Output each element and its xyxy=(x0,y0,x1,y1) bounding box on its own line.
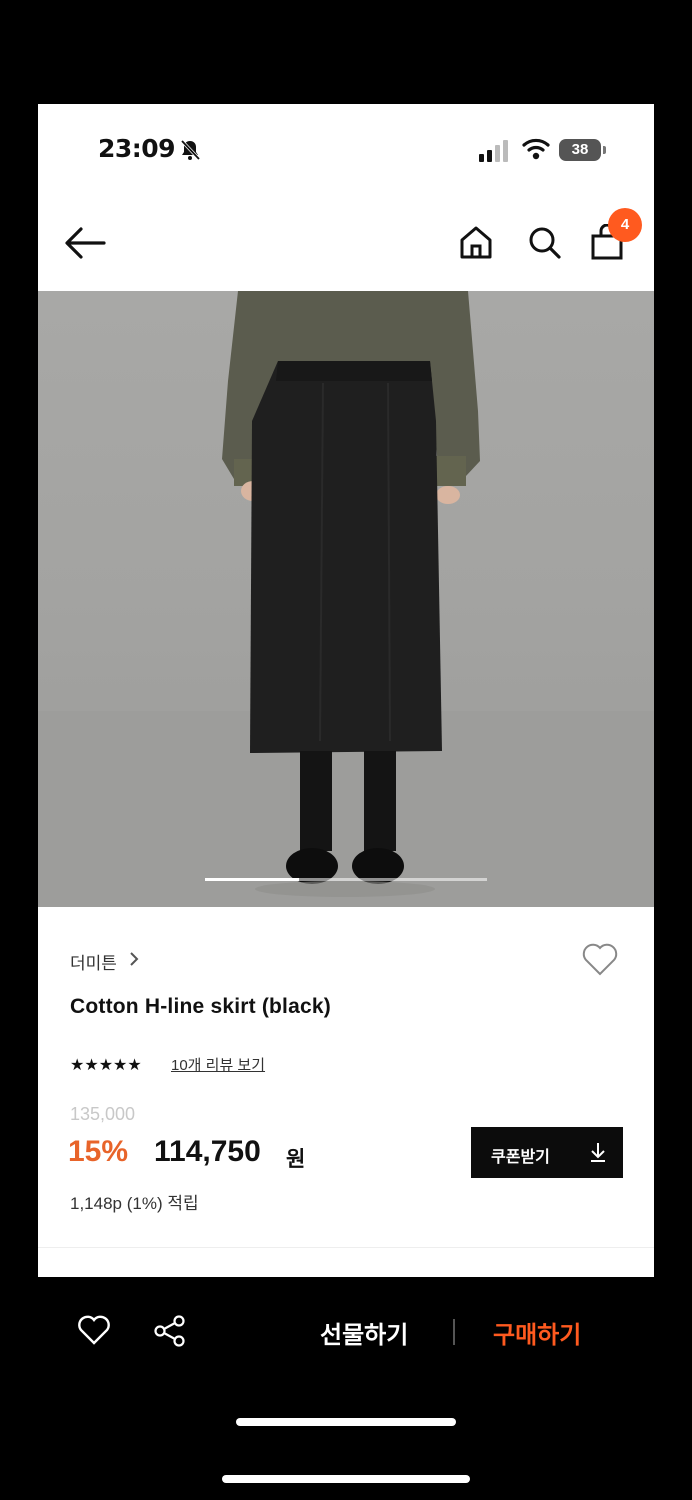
product-image-carousel[interactable] xyxy=(38,291,654,907)
product-title: Cotton H-line skirt (black) xyxy=(70,995,331,1018)
currency-unit: 원 xyxy=(286,1148,306,1171)
status-bar: 23:09 38 xyxy=(38,104,654,194)
reviews-link[interactable]: 10개 리뷰 보기 xyxy=(171,1054,265,1075)
search-icon[interactable] xyxy=(526,224,562,260)
top-nav xyxy=(38,204,654,289)
heart-outline-icon[interactable] xyxy=(77,1315,111,1345)
bell-slash-icon xyxy=(180,139,201,161)
gift-button[interactable]: 선물하기 xyxy=(320,1315,408,1350)
heart-outline-icon[interactable] xyxy=(580,941,620,977)
product-info: 더미튼 Cotton H-line skirt (black) ★★★★★ 10… xyxy=(38,907,654,1247)
app-screen: 23:09 38 4 더미튼 Cotton H-line skirt (blac… xyxy=(38,104,654,1277)
battery-indicator: 38 xyxy=(559,139,606,161)
buy-button[interactable]: 구매하기 xyxy=(493,1315,581,1350)
download-icon xyxy=(591,1143,605,1162)
sale-price: 114,750 xyxy=(154,1135,261,1168)
product-photo xyxy=(38,291,654,907)
section-divider xyxy=(38,1247,654,1248)
reward-points: 1,148p (1%) 적립 xyxy=(70,1194,199,1213)
brand-link[interactable]: 더미튼 xyxy=(70,949,117,974)
home-icon[interactable] xyxy=(458,224,494,260)
status-time: 23:09 xyxy=(98,134,176,163)
button-separator xyxy=(453,1319,455,1345)
home-indicator xyxy=(236,1418,456,1426)
cart-count-badge: 4 xyxy=(608,208,642,242)
bottom-action-bar: 선물하기 구매하기 xyxy=(0,1277,692,1500)
rating-stars: ★★★★★ xyxy=(70,1055,142,1074)
signal-icon xyxy=(479,140,508,162)
share-icon[interactable] xyxy=(153,1314,187,1348)
carousel-indicator xyxy=(205,878,299,881)
chevron-right-icon xyxy=(130,952,139,966)
coupon-label: 쿠폰받기 xyxy=(491,1149,550,1166)
home-indicator xyxy=(222,1475,470,1483)
original-price: 135,000 xyxy=(70,1104,136,1124)
back-arrow-icon[interactable] xyxy=(64,226,106,260)
coupon-button[interactable]: 쿠폰받기 xyxy=(471,1127,623,1178)
discount-rate: 15% xyxy=(68,1135,129,1168)
wifi-icon xyxy=(522,138,550,160)
